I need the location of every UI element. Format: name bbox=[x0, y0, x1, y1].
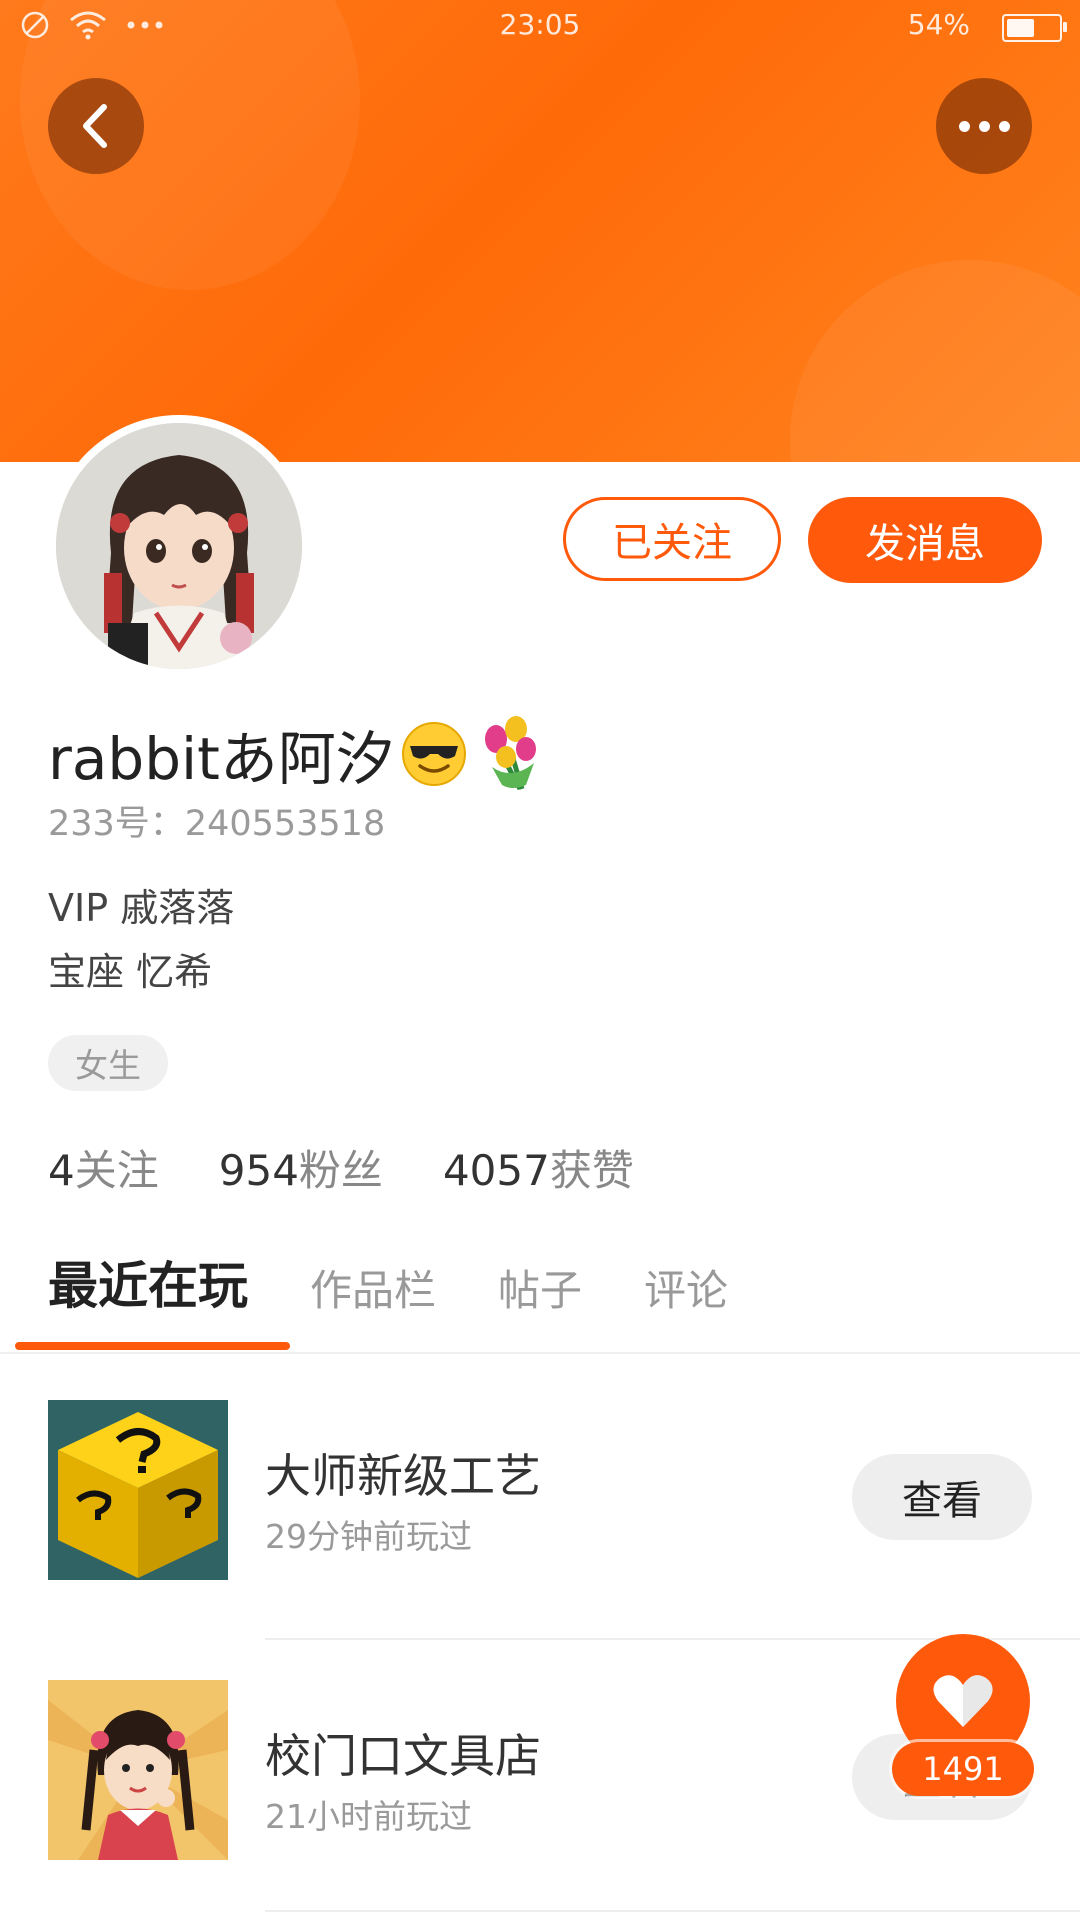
likes-count: 4057 bbox=[442, 1146, 550, 1195]
like-count: 1491 bbox=[892, 1742, 1034, 1796]
bio: VIP 戚落落 宝座 忆希 bbox=[48, 876, 234, 1004]
user-id: 233号：240553518 bbox=[48, 804, 386, 844]
gender-tag: 女生 bbox=[48, 1035, 168, 1091]
game-title: 校门口文具店 bbox=[265, 1729, 541, 1783]
tab-comments[interactable]: 评论 bbox=[644, 1257, 728, 1318]
send-message-button[interactable]: 发消息 bbox=[808, 497, 1042, 583]
tab-recently-played[interactable]: 最近在玩 bbox=[48, 1246, 248, 1318]
likes-label: 获赞 bbox=[549, 1146, 634, 1195]
more-dots-icon bbox=[958, 120, 1010, 132]
sunglasses-emoji-icon bbox=[401, 722, 466, 786]
bio-line: VIP 戚落落 bbox=[48, 886, 235, 930]
battery-percent: 54% bbox=[907, 8, 970, 41]
status-bar: 23:05 54% bbox=[0, 0, 1080, 52]
list-item[interactable]: 大师新级工艺 29分钟前玩过 查看 bbox=[0, 1400, 1080, 1600]
list-divider bbox=[265, 1910, 1080, 1912]
tab-posts[interactable]: 帖子 bbox=[498, 1257, 582, 1318]
battery-icon bbox=[1002, 14, 1067, 42]
stats-row: 4 关注 954 粉丝 4057 获赞 bbox=[48, 1137, 694, 1198]
game-played-time: 21小时前玩过 bbox=[265, 1797, 472, 1836]
more-options-button[interactable] bbox=[936, 78, 1032, 174]
likes-stat[interactable]: 4057 获赞 bbox=[443, 1137, 634, 1198]
avatar[interactable] bbox=[48, 415, 310, 677]
active-tab-indicator bbox=[15, 1342, 290, 1350]
heart-icon bbox=[933, 1675, 993, 1727]
nickname-text: rabbitあ阿汐 bbox=[48, 725, 394, 793]
tab-works[interactable]: 作品栏 bbox=[310, 1257, 436, 1318]
tabs-divider bbox=[0, 1352, 1080, 1354]
view-button[interactable]: 查看 bbox=[852, 1454, 1032, 1540]
nickname: rabbitあ阿汐 bbox=[48, 712, 544, 796]
girl-character-icon bbox=[48, 1680, 228, 1860]
following-stat[interactable]: 4 关注 bbox=[48, 1137, 159, 1198]
profile-banner bbox=[0, 0, 1080, 462]
followers-count: 954 bbox=[218, 1146, 299, 1195]
followers-label: 粉丝 bbox=[298, 1146, 383, 1195]
followed-button[interactable]: 已关注 bbox=[563, 497, 781, 581]
bouquet-emoji-icon bbox=[484, 716, 536, 791]
back-button[interactable] bbox=[48, 78, 144, 174]
following-label: 关注 bbox=[74, 1146, 159, 1195]
avatar-image bbox=[56, 423, 302, 669]
lucky-block-icon bbox=[48, 1400, 228, 1580]
chevron-left-icon bbox=[83, 104, 107, 148]
game-title: 大师新级工艺 bbox=[265, 1449, 541, 1503]
followers-stat[interactable]: 954 粉丝 bbox=[219, 1137, 383, 1198]
bio-line: 宝座 忆希 bbox=[48, 950, 213, 994]
profile-tabs: 最近在玩 作品栏 帖子 评论 bbox=[48, 1248, 790, 1318]
game-played-time: 29分钟前玩过 bbox=[265, 1517, 472, 1556]
following-count: 4 bbox=[48, 1146, 75, 1195]
